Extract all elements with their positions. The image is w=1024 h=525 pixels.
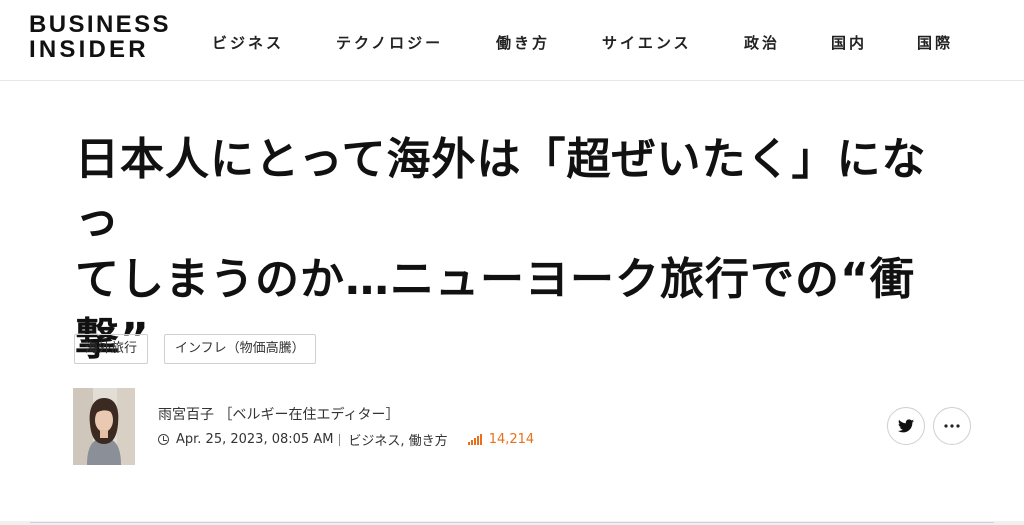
clock-icon [158,434,169,445]
more-icon [944,424,960,428]
article-title-line-2: てしまうのか…ニューヨーク旅行での“衝 [75,254,915,305]
logo-line-1: BUSINESS [29,11,171,38]
twitter-share-button[interactable] [887,407,925,445]
nav-item-international[interactable]: 国際 [917,32,953,53]
nav-item-technology[interactable]: テクノロジー [336,32,443,53]
author-photo [73,388,135,465]
publish-date: Apr. 25, 2023, 08:05 AM [176,432,334,447]
nav-item-business[interactable]: ビジネス [212,32,284,53]
logo-line-2: INSIDER [29,36,149,63]
site-logo[interactable]: BUSINESS INSIDER [29,13,179,62]
nav-item-politics[interactable]: 政治 [744,32,780,53]
tag-overseas-travel[interactable]: 海外旅行 [74,334,149,364]
article-meta: Apr. 25, 2023, 08:05 AM ビジネス, 働き方 14,214 [158,430,534,449]
bar-chart-icon [467,434,483,445]
content-divider [0,521,1024,525]
author-name[interactable]: 雨宮百子 ［ベルギー在住エディター］ [158,404,399,424]
nav-item-domestic[interactable]: 国内 [831,32,867,53]
article-title-line-1: 日本人にとって海外は「超ぜいたく」になっ [75,134,927,245]
twitter-icon [898,419,914,433]
author-avatar[interactable] [73,388,135,465]
meta-divider [339,433,341,446]
view-count-value: 14,214 [488,432,535,447]
site-header: BUSINESS INSIDER ビジネス テクノロジー 働き方 サイエンス 政… [0,0,1024,81]
more-options-button[interactable] [933,407,971,445]
nav-item-workstyle[interactable]: 働き方 [496,32,550,53]
view-count: 14,214 [467,432,535,447]
tag-inflation[interactable]: インフレ（物価高騰） [164,334,316,364]
nav-item-science[interactable]: サイエンス [602,32,692,53]
article-categories[interactable]: ビジネス, 働き方 [348,430,447,449]
